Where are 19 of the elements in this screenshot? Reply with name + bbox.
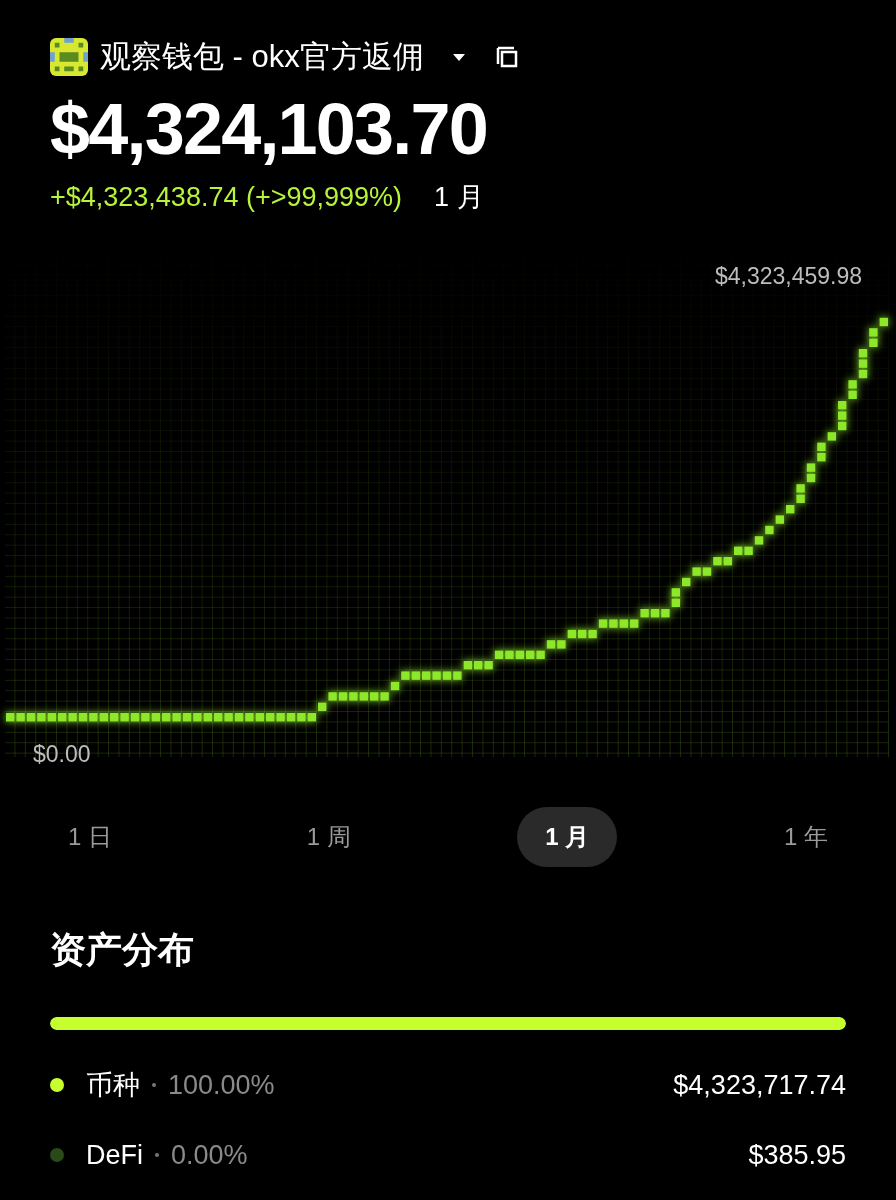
asset-value: $4,323,717.74	[673, 1068, 846, 1102]
asset-category: DeFi	[86, 1138, 143, 1172]
period-label: 1 月	[434, 180, 484, 214]
asset-percent: 0.00%	[171, 1138, 248, 1172]
balance-change: +$4,323,438.74 (+>99,999%)	[50, 180, 403, 214]
wallet-name[interactable]: 观察钱包 - okx官方返佣	[100, 34, 424, 81]
asset-percent: 100.00%	[168, 1068, 275, 1102]
asset-value: $385.95	[748, 1138, 846, 1172]
total-balance: $4,324,103.70	[50, 92, 489, 165]
period-tab[interactable]: 1 月	[517, 807, 618, 867]
asset-category: 币种	[86, 1068, 140, 1102]
max-value-label: $4,323,459.98	[714, 262, 862, 291]
period-tab[interactable]: 1 周	[278, 807, 379, 867]
section-title: 资产分布	[50, 928, 195, 972]
wallet-avatar-icon	[50, 38, 88, 77]
min-value-label: $0.00	[33, 740, 91, 769]
dropdown-caret-icon[interactable]	[451, 52, 466, 63]
period-tab[interactable]: 1 年	[755, 807, 856, 867]
period-tab[interactable]: 1 日	[40, 807, 140, 867]
